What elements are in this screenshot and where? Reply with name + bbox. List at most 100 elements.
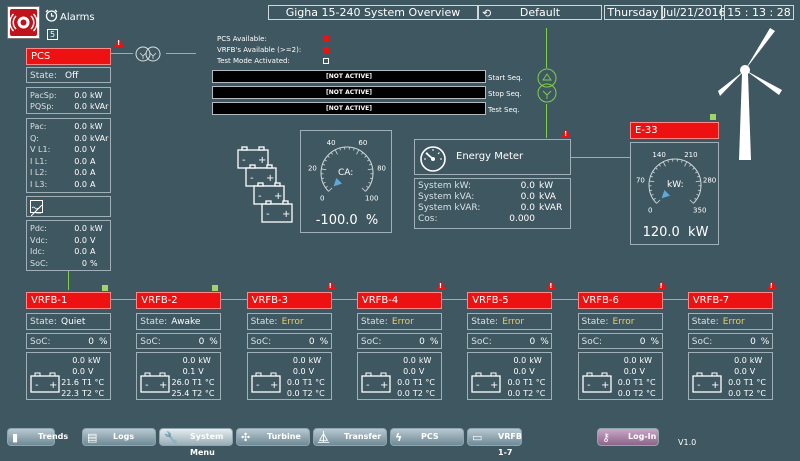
energy-meter-row-label: Cos: — [418, 214, 438, 224]
nav-login-button[interactable]: ⚷ Log-In — [597, 428, 659, 446]
vrfb-state-value: Error — [282, 317, 304, 327]
vrfb-voltage-value: 0.0 — [617, 367, 637, 376]
pylon-icon: ⏅ — [318, 431, 329, 444]
vrfb-voltage-value: 0.1 — [175, 367, 195, 376]
test-seq-label[interactable]: Test Seq. — [488, 106, 519, 114]
vrfb-warning-icon: ! — [657, 281, 667, 290]
vrfb-state-box: State: Quiet — [26, 313, 111, 330]
e33-gauge-tick-label: 280 — [703, 177, 716, 185]
energy-meter-header[interactable]: Energy Meter — [414, 139, 571, 175]
ca-gauge-tick — [362, 188, 366, 192]
vrfb-header-button[interactable]: VRFB-1 — [26, 292, 111, 309]
vrfb-state-label: State: — [582, 317, 609, 327]
e33-gauge-tick — [685, 162, 687, 166]
svg-text:-: - — [256, 380, 260, 391]
energy-meter-title: Energy Meter — [456, 151, 523, 162]
e33-header-button[interactable]: E-33 — [630, 122, 719, 139]
pcs-dc-row-label: Idc: — [30, 247, 45, 256]
vrfb-warning-icon: ! — [767, 281, 777, 290]
vrfb-title: VRFB-2 — [141, 295, 177, 306]
ca-gauge-tick — [368, 169, 373, 170]
nav-logs-button[interactable]: ▤ Logs — [82, 428, 156, 446]
ca-gauge-tick — [322, 178, 324, 179]
page-title: Gigha 15-240 System Overview — [268, 5, 478, 20]
pcs-ac-box: Pac: 0.0 kWQ: 0.0 kVArV L1: 0.0 VI L1: 0… — [26, 118, 111, 193]
alarms-button[interactable] — [7, 6, 40, 39]
vrfb-t1-value: 0.0 — [613, 378, 631, 387]
vrfb-status-indicator — [102, 285, 108, 291]
vrfb-t2-value: 0.0 — [723, 389, 741, 398]
nav-pcs-button[interactable]: ϟ PCS — [390, 428, 464, 446]
vrfb-voltage-value: 0.0 — [506, 367, 526, 376]
energy-meter-row-unit: kVA — [539, 192, 556, 202]
vrfb-soc-label: SoC: — [361, 337, 382, 347]
pcs-dc-box: Pdc: 0.0 kWVdc: 0.0 VIdc: 0.0 ASoC: 0 % — [26, 220, 111, 271]
e33-gauge-tick — [663, 162, 665, 166]
nav-vrfb-button[interactable]: ▭ VRFB 1-7 — [467, 428, 522, 446]
test-mode-indicator[interactable] — [323, 58, 329, 64]
energy-meter-row-unit: kW — [539, 181, 553, 191]
vrfb-header-button[interactable]: VRFB-3 — [247, 292, 332, 309]
vrfb-soc-label: SoC: — [692, 337, 713, 347]
vrfb-title: VRFB-7 — [693, 295, 729, 306]
vrfb-header-button[interactable]: VRFB-6 — [578, 292, 663, 309]
pcs-ac-row-value: 0.0 — [65, 168, 87, 177]
svg-text:+: + — [490, 380, 498, 391]
vrfb-soc-unit: % — [209, 337, 218, 347]
pcs-dc-row-value: 0.0 — [65, 224, 87, 233]
ca-gauge-tick — [331, 152, 333, 154]
svg-text:-: - — [697, 380, 701, 391]
pcs-state-value: Off — [65, 71, 78, 81]
vrfb-header-button[interactable]: VRFB-2 — [136, 292, 221, 309]
pcs-header-button[interactable]: PCS — [26, 48, 111, 65]
pcs-dc-row-unit: V — [90, 236, 95, 245]
vrfb-header-button[interactable]: VRFB-4 — [357, 292, 442, 309]
vrfb-power-unit: kW — [419, 356, 432, 365]
nav-transfer-button[interactable]: ⏅ Transfer — [313, 428, 387, 446]
ca-gauge-tick — [367, 160, 369, 161]
svg-text:+: + — [711, 380, 719, 391]
vrfb-voltage-unit: V — [529, 367, 534, 376]
version-label: V1.0 — [678, 438, 696, 447]
pcs-dc-row-label: SoC: — [30, 259, 48, 268]
pcs-dc-row-value: 0 — [65, 259, 87, 268]
pcs-dc-row-unit: A — [90, 247, 95, 256]
vrfb-power-value: 0.0 — [506, 356, 526, 365]
pcs-ac-row-label: Pac: — [30, 122, 46, 131]
vrfb-t1-unit: T1 °C — [634, 378, 656, 387]
vrfb-warning-icon: ! — [436, 281, 446, 290]
vrfb-voltage-value: 0.0 — [65, 367, 85, 376]
pcs-ac-row-label: I L1: — [30, 157, 47, 166]
ca-gauge-tick — [369, 164, 371, 165]
vrfb-header-button[interactable]: VRFB-5 — [467, 292, 552, 309]
log-icon: ▤ — [87, 431, 97, 444]
e33-status-indicator — [710, 114, 716, 120]
battery-icon: -+ — [140, 371, 170, 393]
vrfb-soc-box: SoC: 0 % — [247, 333, 332, 349]
chart-icon: ▮ — [12, 431, 18, 444]
vrfb-soc-box: SoC: 0 % — [578, 333, 663, 349]
stop-seq-label[interactable]: Stop Seq. — [488, 90, 522, 98]
vrfb-state-label: State: — [471, 317, 498, 327]
energy-meter-row-value: 0.0 — [501, 192, 535, 202]
ca-gauge-tick — [366, 186, 368, 187]
svg-text:+: + — [380, 380, 388, 391]
vrfb-header-button[interactable]: VRFB-7 — [688, 292, 773, 309]
nav-trends-button[interactable]: ▮ Trends — [7, 428, 55, 446]
pqsp-value: 0.0 — [65, 102, 87, 111]
ca-gauge-tick — [370, 178, 372, 179]
vrfb-values-box: -+ 0.0 kW 0.0 V 21.6 T1 °C 22.3 T2 °C — [26, 352, 111, 400]
connector-main-vertical-lower — [546, 104, 547, 138]
vrfb-values-box: -+ 0.0 kW 0.0 V 0.0 T1 °C 0.0 T2 °C — [467, 352, 552, 400]
start-seq-label[interactable]: Start Seq. — [488, 74, 523, 82]
vrfb-t2-unit: T2 °C — [744, 389, 766, 398]
nav-turbine-button[interactable]: ✣ Turbine — [236, 428, 310, 446]
e33-gauge-tick — [689, 164, 691, 166]
profile-label: Default — [520, 6, 560, 19]
e33-gauge-pointer — [662, 190, 670, 198]
e33-gauge-tick-label: 350 — [693, 207, 706, 215]
pcs-dc-row-value: 0.0 — [65, 247, 87, 256]
nav-system-menu-button[interactable]: 🔧 System Menu — [159, 428, 233, 446]
profile-selector[interactable]: ⟲ Default — [478, 5, 602, 20]
connector-meter-bus — [571, 157, 631, 158]
